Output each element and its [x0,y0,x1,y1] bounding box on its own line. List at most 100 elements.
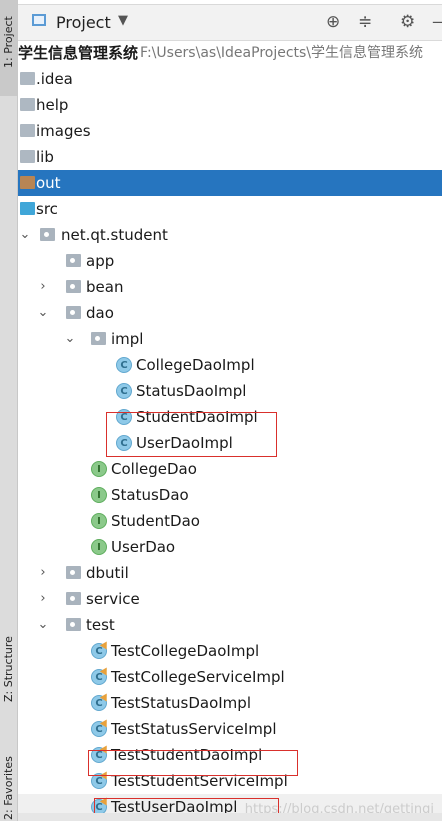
hide-panel-icon[interactable]: — [432,12,442,32]
package-icon [66,592,81,605]
tree-row-label: UserDao [111,538,176,556]
tree-row-idea[interactable]: .idea [18,66,442,92]
left-tool-strip: 1: Project Z: Structure 2: Favorites [0,0,18,821]
package-icon [66,280,81,293]
tree-row-collegedao[interactable]: I CollegeDao [18,456,442,482]
tree-row-userdao[interactable]: I UserDao [18,534,442,560]
interface-icon: I [91,487,107,503]
view-dropdown-caret-icon[interactable]: ▼ [118,13,128,28]
tree-row-lib[interactable]: lib [18,144,442,170]
locate-file-icon[interactable]: ⊕ [326,12,340,32]
tree-row-bean[interactable]: › bean [18,274,442,300]
class-icon: C [116,357,132,373]
expanded-arrow-icon[interactable]: ⌄ [18,222,32,248]
project-tool-tab-label: 1: Project [2,16,15,68]
project-panel: Project ▼ ⊕ ≑ ⚙ — 学生信息管理系统 F:\Users\as\I… [18,0,442,821]
structure-tool-tab-label: Z: Structure [2,636,15,702]
tree-row-label: dao [86,304,114,322]
expanded-arrow-icon[interactable]: ⌄ [36,612,50,638]
interface-icon: I [91,539,107,555]
tree-row-src[interactable]: src [18,196,442,222]
tree-row-out-selected[interactable]: out [18,170,442,196]
tree-row-label: src [36,200,58,218]
package-icon [66,618,81,631]
top-border [18,0,442,5]
tree-row-impl[interactable]: ⌄ impl [18,326,442,352]
tree-row-studentdao[interactable]: I StudentDao [18,508,442,534]
tree-row-net-qt-student[interactable]: ⌄ net.qt.student [18,222,442,248]
tree-row-teststatusserviceimpl[interactable]: C TestStatusServiceImpl [18,716,442,742]
tree-row-label: StatusDaoImpl [136,382,247,400]
tree-row-testcollegeserviceimpl[interactable]: C TestCollegeServiceImpl [18,664,442,690]
test-class-icon: C [91,695,107,711]
tree-row-statusdaoimpl[interactable]: C StatusDaoImpl [18,378,442,404]
test-class-icon: C [91,643,107,659]
tree-row-statusdao[interactable]: I StatusDao [18,482,442,508]
tree-row-service[interactable]: › service [18,586,442,612]
settings-gear-icon[interactable]: ⚙ [400,12,415,32]
tree-row-label: app [86,252,115,270]
tree-row-label: images [36,122,91,140]
expanded-arrow-icon[interactable]: ⌄ [63,326,77,352]
tree-row-label: TestCollegeServiceImpl [111,668,285,686]
interface-icon: I [91,461,107,477]
test-class-icon: C [91,721,107,737]
tree-row-label: dbutil [86,564,129,582]
highlight-box-impl-classes [106,412,277,457]
tree-row-label: TestCollegeDaoImpl [111,642,260,660]
tree-row-label: test [86,616,115,634]
collapsed-arrow-icon[interactable]: › [36,274,50,300]
test-class-icon: C [91,669,107,685]
project-view-title[interactable]: Project [56,13,111,32]
collapsed-arrow-icon[interactable]: › [36,586,50,612]
favorites-tool-tab[interactable]: 2: Favorites [0,750,17,821]
tree-row-test[interactable]: ⌄ test [18,612,442,638]
tree-row-label: net.qt.student [61,226,168,244]
tree-row-label: StatusDao [111,486,189,504]
source-folder-icon [20,202,35,215]
tree-row-label: impl [111,330,144,348]
tree-row-collegedaoimpl[interactable]: C CollegeDaoImpl [18,352,442,378]
tree-row-label: service [86,590,140,608]
collapsed-arrow-icon[interactable]: › [36,560,50,586]
structure-tool-tab[interactable]: Z: Structure [0,630,17,730]
package-icon [66,306,81,319]
project-view-icon [32,14,46,26]
tree-row-dbutil[interactable]: › dbutil [18,560,442,586]
highlight-box-test-student [88,750,298,776]
tree-row-app[interactable]: app [18,248,442,274]
tree-row-label: TestStatusDaoImpl [111,694,251,712]
tree-row-label: lib [36,148,54,166]
tree-row-label: out [36,174,61,192]
class-icon: C [116,383,132,399]
tree-row-testcollegedaoimpl[interactable]: C TestCollegeDaoImpl [18,638,442,664]
folder-icon [20,124,35,137]
folder-icon [20,98,35,111]
tree-row-help[interactable]: help [18,92,442,118]
tree-row-label: CollegeDaoImpl [136,356,255,374]
folder-icon [20,150,35,163]
tree-row-label: .idea [36,70,73,88]
tree-row-label: bean [86,278,124,296]
tree-row-label: TestStatusServiceImpl [111,720,277,738]
bottom-edge [18,813,442,821]
package-icon [66,566,81,579]
project-toolbar: Project ▼ ⊕ ≑ ⚙ — [18,0,442,41]
output-folder-icon [20,176,35,189]
expanded-arrow-icon[interactable]: ⌄ [36,300,50,326]
tree-row-teststatusdaoimpl[interactable]: C TestStatusDaoImpl [18,690,442,716]
tree-root-row[interactable]: 学生信息管理系统 F:\Users\as\IdeaProjects\学生信息管理… [18,40,442,66]
folder-icon [20,72,35,85]
favorites-tool-tab-label: 2: Favorites [2,756,15,820]
collapse-all-icon[interactable]: ≑ [358,12,372,32]
tree-row-label: StudentDao [111,512,200,530]
tree-row-dao[interactable]: ⌄ dao [18,300,442,326]
package-icon [66,254,81,267]
root-project-name: 学生信息管理系统 [18,44,139,62]
root-project-path: F:\Users\as\IdeaProjects\学生信息管理系统 [140,45,424,61]
tree-row-images[interactable]: images [18,118,442,144]
package-icon [40,228,55,241]
interface-icon: I [91,513,107,529]
project-tool-tab[interactable]: 1: Project [0,0,17,96]
tree-row-label: CollegeDao [111,460,197,478]
